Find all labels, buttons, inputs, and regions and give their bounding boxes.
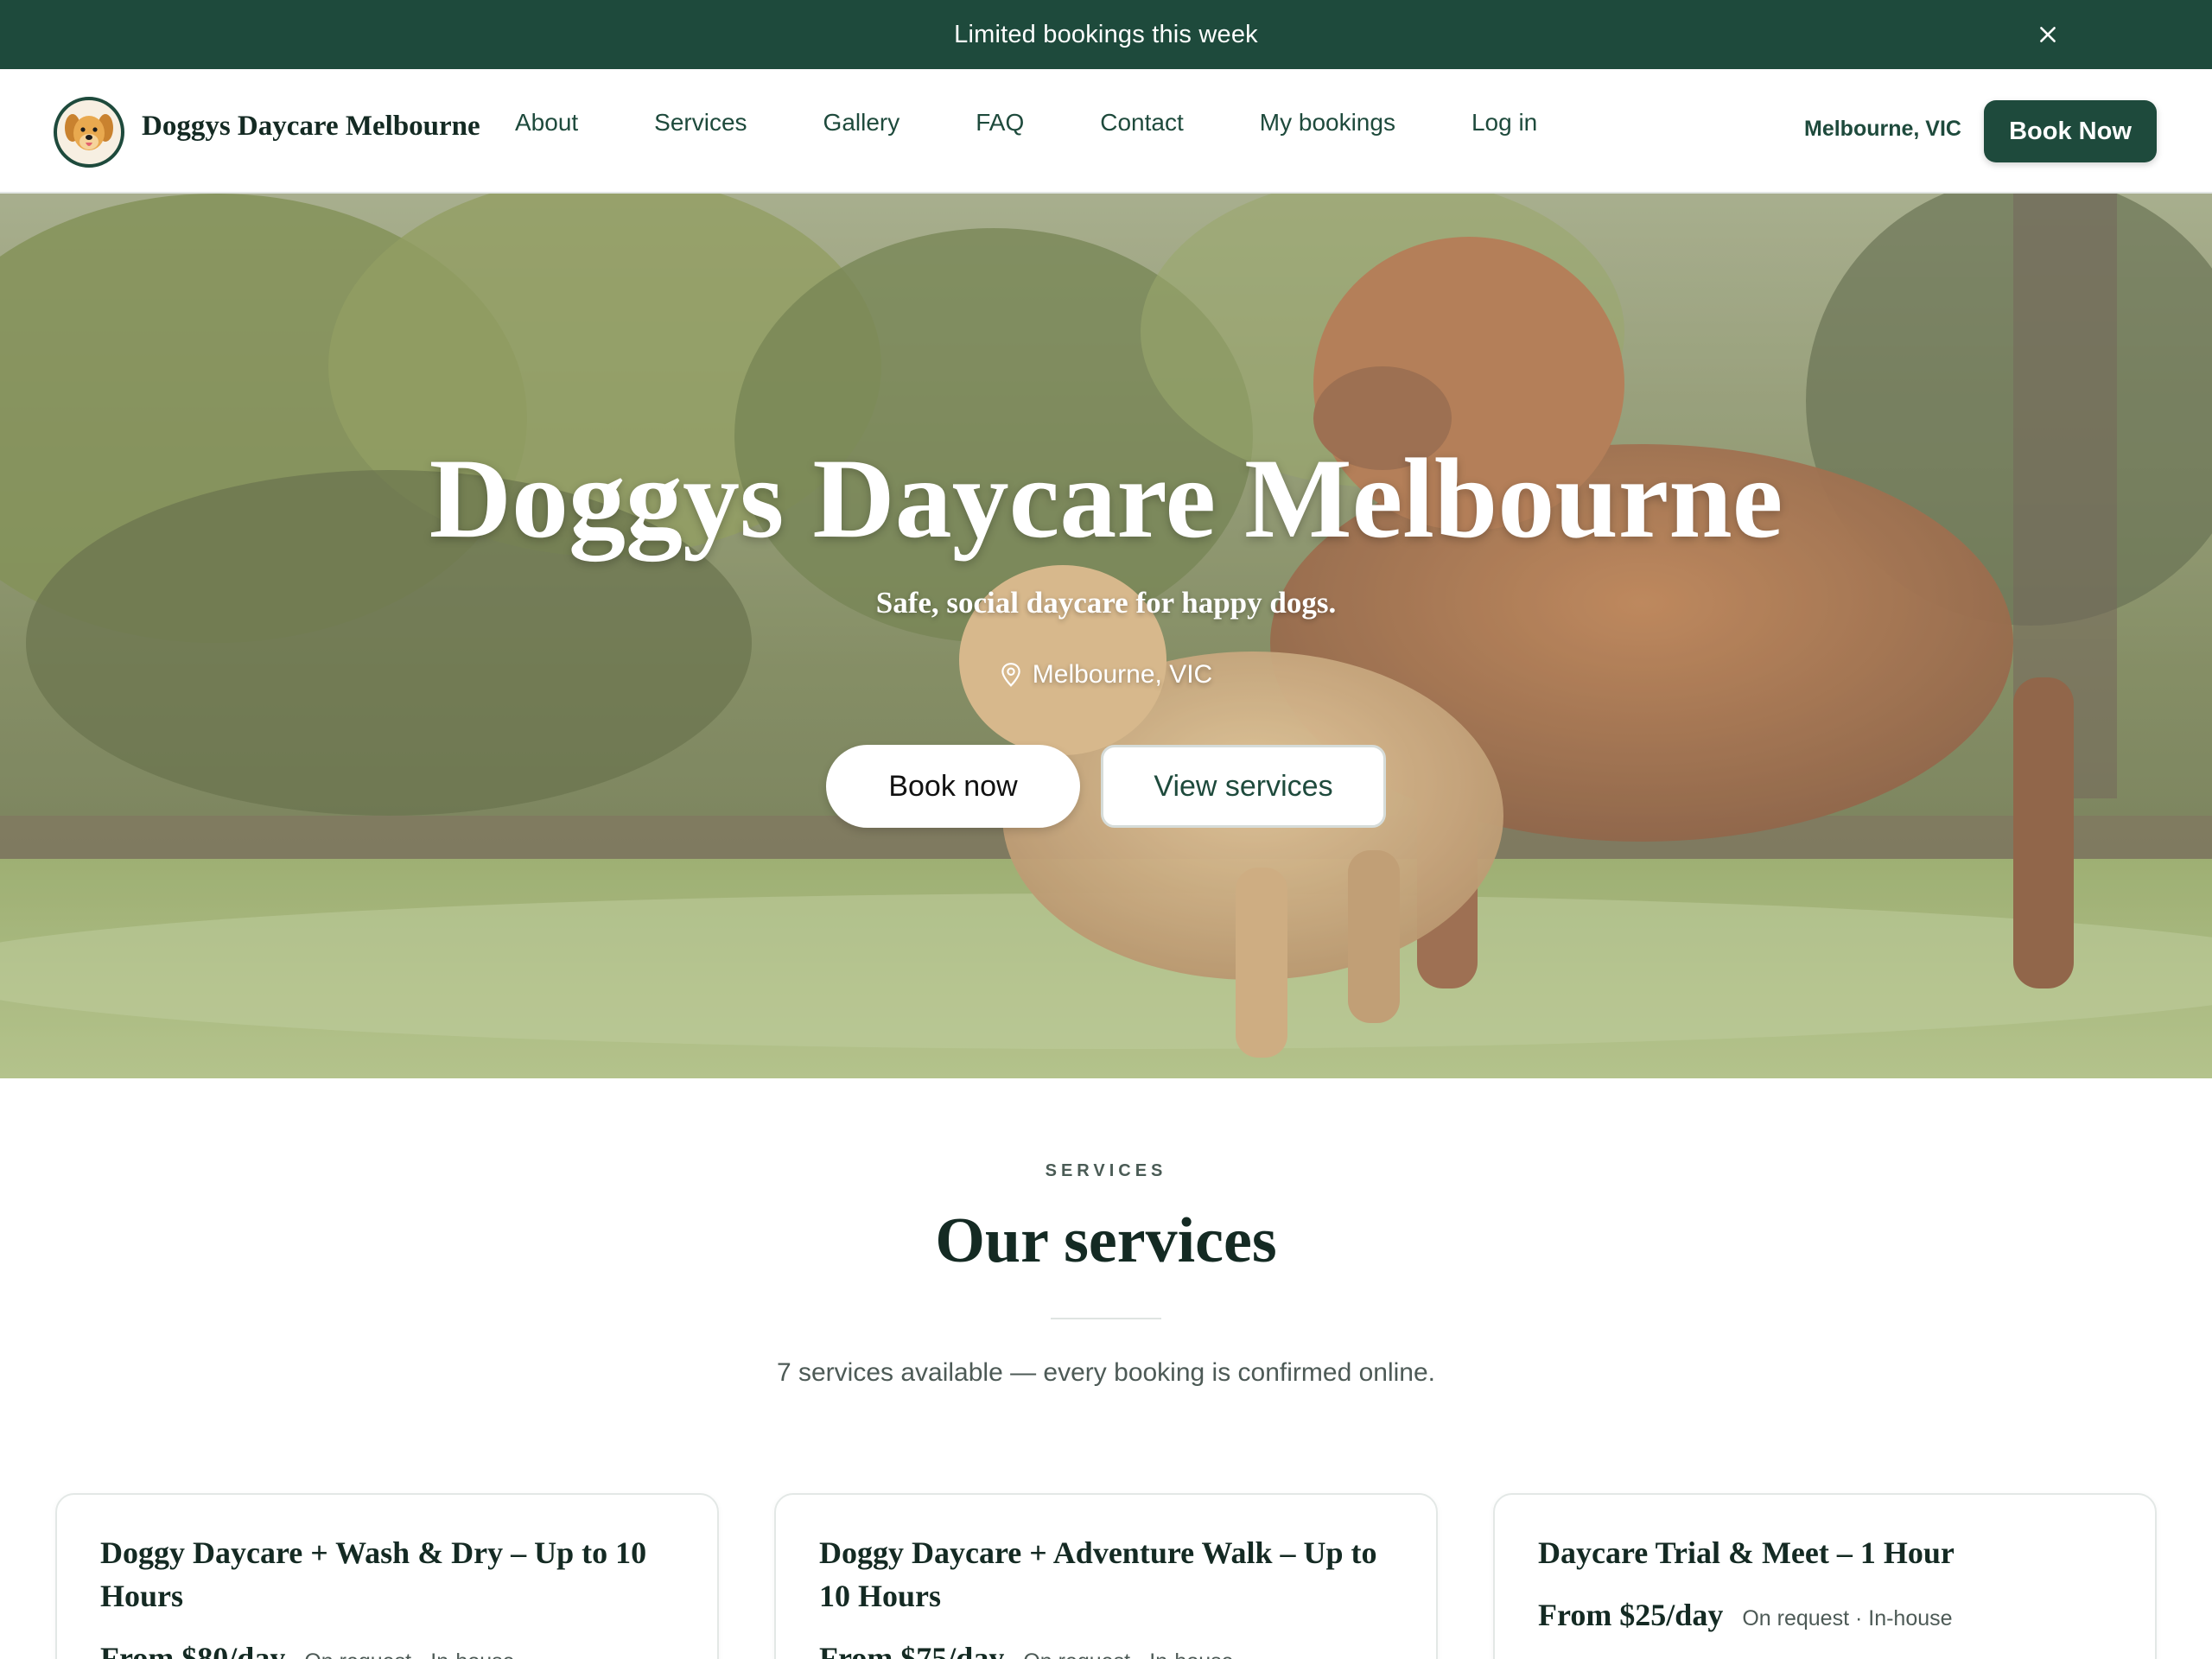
- hero-location: Melbourne, VIC: [0, 660, 2212, 690]
- close-icon: [2040, 27, 2056, 42]
- nav-link-my-bookings[interactable]: My bookings: [1260, 109, 1395, 137]
- service-card-meta: On request · In-house: [304, 1649, 514, 1659]
- hero-title: Doggys Daycare Melbourne: [429, 435, 1783, 562]
- service-card-price-row: From $25/day On request · In-house: [1538, 1597, 1953, 1633]
- service-card-price-row: From $80/day On request · In-house: [100, 1640, 515, 1659]
- nav-link-faq[interactable]: FAQ: [976, 109, 1024, 137]
- nav-link-contact[interactable]: Contact: [1100, 109, 1184, 137]
- nav-link-gallery[interactable]: Gallery: [823, 109, 900, 137]
- section-divider: [1051, 1318, 1161, 1319]
- dog-face-icon: [59, 102, 119, 162]
- header-book-now-button[interactable]: Book Now: [1984, 100, 2157, 162]
- service-card-price-row: From $75/day On request · In-house: [819, 1640, 1234, 1659]
- announcement-text: Limited bookings this week: [954, 20, 1258, 48]
- announcement-bar: Limited bookings this week: [0, 0, 2212, 69]
- services-title: Our services: [935, 1205, 1277, 1276]
- nav-link-log-in[interactable]: Log in: [1471, 109, 1537, 137]
- hero-subtitle: Safe, social daycare for happy dogs.: [875, 586, 1337, 620]
- hero-view-services-button[interactable]: View services: [1101, 745, 1386, 828]
- service-card-title: Doggy Daycare + Wash & Dry – Up to 10 Ho…: [100, 1535, 647, 1613]
- service-card-price: From $25/day: [1538, 1598, 1724, 1632]
- service-card[interactable]: Daycare Trial & Meet – 1 Hour From $25/d…: [1493, 1493, 2157, 1659]
- service-card-meta: On request · In-house: [1742, 1606, 1953, 1630]
- site-header: Doggys Daycare Melbourne About Services …: [0, 69, 2212, 194]
- hero-book-now-button[interactable]: Book now: [826, 745, 1080, 828]
- services-eyebrow: SERVICES: [1045, 1161, 1167, 1180]
- service-card-title: Daycare Trial & Meet – 1 Hour: [1538, 1535, 1955, 1570]
- service-card[interactable]: Doggy Daycare + Adventure Walk – Up to 1…: [774, 1493, 1438, 1659]
- service-card-price: From $75/day: [819, 1641, 1005, 1659]
- brand-logo[interactable]: [54, 97, 124, 168]
- brand-name[interactable]: Doggys Daycare Melbourne: [142, 111, 480, 143]
- nav-link-services[interactable]: Services: [654, 109, 747, 137]
- hero-location-text: Melbourne, VIC: [1032, 660, 1213, 689]
- nav-link-about[interactable]: About: [515, 109, 578, 137]
- service-card-title: Doggy Daycare + Adventure Walk – Up to 1…: [819, 1535, 1377, 1613]
- service-card-meta: On request · In-house: [1023, 1649, 1233, 1659]
- location-pin-icon: [1001, 663, 1020, 687]
- hero-content: Doggys Daycare Melbourne Safe, social da…: [0, 194, 2212, 1078]
- services-description: 7 services available — every booking is …: [776, 1358, 1436, 1387]
- service-card-price: From $80/day: [100, 1641, 286, 1659]
- header-location: Melbourne, VIC: [1804, 117, 1961, 141]
- main-nav: About Services Gallery FAQ Contact My bo…: [515, 109, 1537, 137]
- hero-section: Doggys Daycare Melbourne Safe, social da…: [0, 194, 2212, 1078]
- announcement-close-button[interactable]: [2031, 17, 2065, 52]
- service-card[interactable]: Doggy Daycare + Wash & Dry – Up to 10 Ho…: [55, 1493, 719, 1659]
